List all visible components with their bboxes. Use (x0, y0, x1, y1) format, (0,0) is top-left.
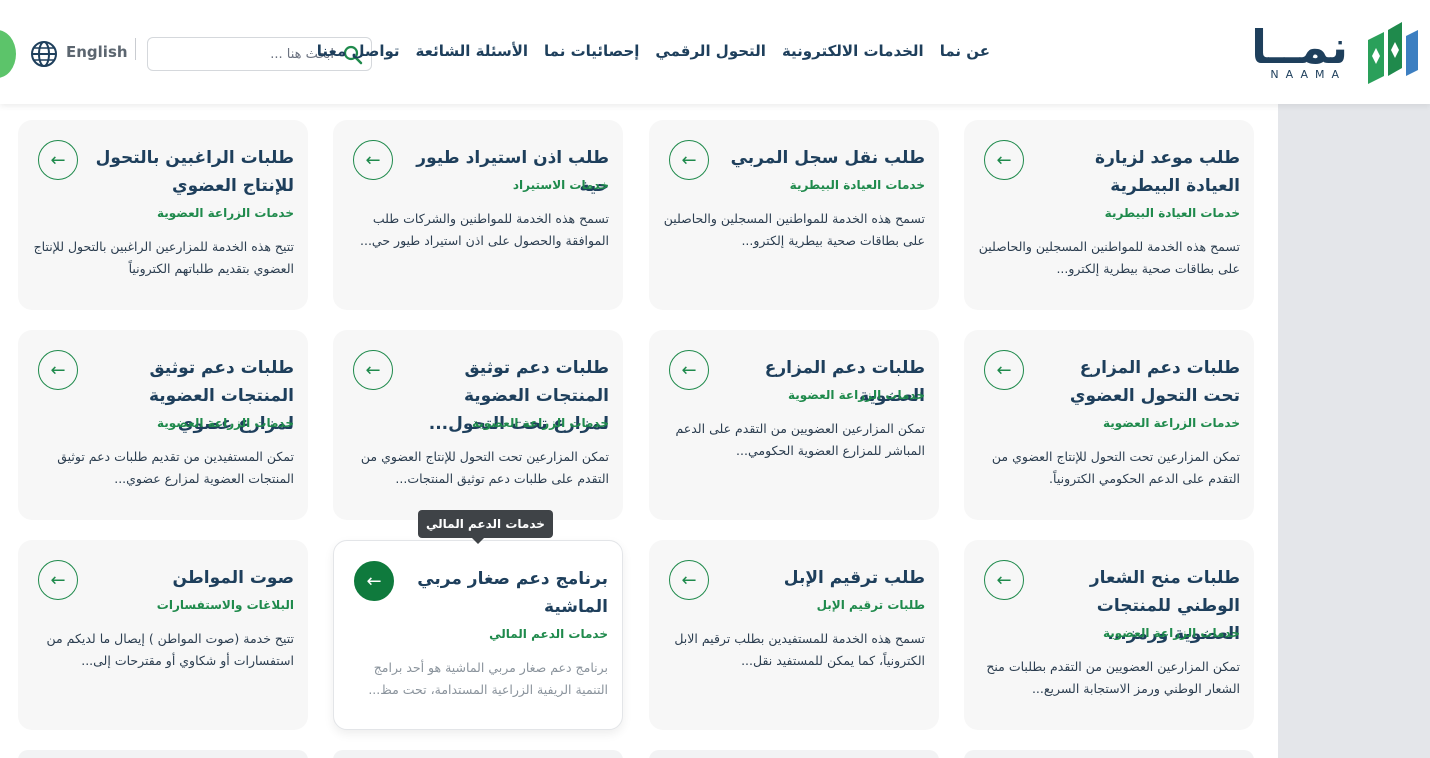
logo-emblem-icon (1368, 22, 1418, 84)
service-card[interactable]: ← طلبات دعم توثيق المنتجات العضوية لمزار… (333, 330, 623, 520)
card-category: خدمات الزراعة العضوية (471, 416, 609, 430)
card-category: خدمات العيادة البيطرية (1104, 206, 1240, 220)
card-category: خدمات الزراعة العضوية (1102, 416, 1240, 430)
nav-faq[interactable]: الأسئلة الشائعة (416, 42, 529, 60)
card-category: البلاغات والاستفسارات (156, 598, 294, 612)
arrow-left-icon[interactable]: ← (38, 560, 78, 600)
arrow-left-icon[interactable]: ← (984, 350, 1024, 390)
arrow-left-icon[interactable]: ← (669, 350, 709, 390)
card-stub (18, 750, 308, 758)
card-description: تسمح هذه الخدمة للمستفيدين بطلب ترقيم ال… (674, 631, 925, 668)
card-title: طلب نقل سجل المربي (730, 148, 925, 168)
service-card[interactable]: ← طلبات دعم المزارع تحت التحول العضوي خد… (964, 330, 1254, 520)
service-card[interactable]: ← طلبات منح الشعار الوطني للمنتجات العضو… (964, 540, 1254, 730)
card-description: تمكن المستفيدين من تقديم طلبات دعم توثيق… (57, 449, 294, 486)
service-card[interactable]: ← طلبات دعم المزارع العضوية خدمات الزراع… (649, 330, 939, 520)
category-tooltip: خدمات الدعم المالي (418, 510, 553, 544)
page: English عن نما الخدمات الالكترونية التحو… (0, 0, 1430, 758)
site-header: English عن نما الخدمات الالكترونية التحو… (0, 0, 1430, 104)
main-nav: عن نما الخدمات الالكترونية التحول الرقمي… (317, 42, 990, 60)
card-description: تتيح هذه الخدمة للمزارعين الراغبين بالتح… (33, 239, 294, 276)
card-category: طلبات ترقيم الإبل (816, 598, 925, 612)
card-description: تمكن المزارعين تحت التحول للإنتاج العضوي… (991, 449, 1240, 486)
card-description: تتيح خدمة (صوت المواطن ) إيصال ما لديكم … (46, 631, 294, 668)
site-logo[interactable]: نمــا NAAMA (1251, 18, 1422, 90)
arrow-left-icon[interactable]: ← (353, 140, 393, 180)
services-grid: ← طلب موعد لزيارة العيادة البيطرية خدمات… (0, 104, 1278, 758)
card-category: خدمات الدعم المالي (489, 627, 608, 641)
arrow-left-icon[interactable]: ← (669, 560, 709, 600)
card-title: طلب موعد لزيارة العيادة البيطرية (1095, 148, 1240, 196)
card-description: تسمح هذه الخدمة للمواطنين والشركات طلب ا… (360, 211, 609, 248)
card-category: خدمات الزراعة العضوية (787, 388, 925, 402)
logo-text: نمــا (1251, 20, 1348, 74)
arrow-left-icon[interactable]: ← (38, 350, 78, 390)
card-description: تسمح هذه الخدمة للمواطنين المسجلين والحا… (978, 239, 1240, 276)
card-title: طلب ترقيم الإبل (783, 568, 925, 588)
logo-latin-text: NAAMA (1270, 68, 1346, 81)
nav-about[interactable]: عن نما (940, 42, 990, 60)
arrow-left-icon[interactable]: ← (984, 140, 1024, 180)
card-category: خدمات الزراعة العضوية (156, 206, 294, 220)
card-title: صوت المواطن (172, 568, 295, 588)
right-gutter (1278, 104, 1430, 758)
card-stub (649, 750, 939, 758)
nav-eservices[interactable]: الخدمات الالكترونية (782, 42, 924, 60)
card-description: تمكن المزارعين تحت التحول للإنتاج العضوي… (360, 449, 609, 486)
nav-contact[interactable]: تواصل معنا (317, 42, 400, 60)
nav-digital-transformation[interactable]: التحول الرقمي (655, 42, 766, 60)
card-title: برنامج دعم صغار مربي الماشية (417, 569, 608, 617)
service-card[interactable]: ← طلبات الراغبين بالتحول للإنتاج العضوي … (18, 120, 308, 310)
card-category: خدمات الزراعة العضوية (1102, 626, 1240, 640)
service-card[interactable]: ← طلبات دعم توثيق المنتجات العضوية لمزار… (18, 330, 308, 520)
globe-icon[interactable] (29, 39, 59, 69)
card-description: تمكن المزارعين العضويين من التقدم على ال… (675, 421, 925, 458)
service-card[interactable]: ← صوت المواطن البلاغات والاستفسارات تتيح… (18, 540, 308, 730)
arrow-left-icon[interactable]: ← (38, 140, 78, 180)
card-description: تسمح هذه الخدمة للمواطنين المسجلين والحا… (663, 211, 925, 248)
language-switch[interactable]: English (66, 43, 128, 61)
search-input[interactable] (154, 42, 334, 66)
card-category: خدمات الزراعة العضوية (156, 416, 294, 430)
arrow-left-icon[interactable]: ← (353, 350, 393, 390)
card-category: خدمات العيادة البيطرية (789, 178, 925, 192)
card-description: برنامج دعم صغار مربي الماشية هو أحد برام… (368, 660, 608, 697)
card-title: طلبات دعم المزارع تحت التحول العضوي (1069, 358, 1240, 406)
floating-action-button[interactable] (0, 30, 16, 78)
arrow-left-icon[interactable]: ← (984, 560, 1024, 600)
service-card[interactable]: ← طلب اذن استيراد طيور حية خدمات الاستير… (333, 120, 623, 310)
service-card[interactable]: ← طلب موعد لزيارة العيادة البيطرية خدمات… (964, 120, 1254, 310)
card-stub (333, 750, 623, 758)
service-card[interactable]: ← طلب نقل سجل المربي خدمات العيادة البيط… (649, 120, 939, 310)
service-card[interactable]: ← طلب ترقيم الإبل طلبات ترقيم الإبل تسمح… (649, 540, 939, 730)
card-stub (964, 750, 1254, 758)
arrow-left-icon[interactable]: ← (669, 140, 709, 180)
service-card-hovered[interactable]: ← برنامج دعم صغار مربي الماشية خدمات الد… (333, 540, 623, 730)
card-description: تمكن المزارعين العضويين من التقدم بطلبات… (986, 659, 1240, 696)
arrow-left-icon[interactable]: ← (354, 561, 394, 601)
nav-statistics[interactable]: إحصائيات نما (544, 42, 639, 60)
card-title: طلبات الراغبين بالتحول للإنتاج العضوي (95, 148, 294, 196)
header-divider (135, 38, 136, 60)
card-category: خدمات الاستيراد (512, 178, 609, 192)
